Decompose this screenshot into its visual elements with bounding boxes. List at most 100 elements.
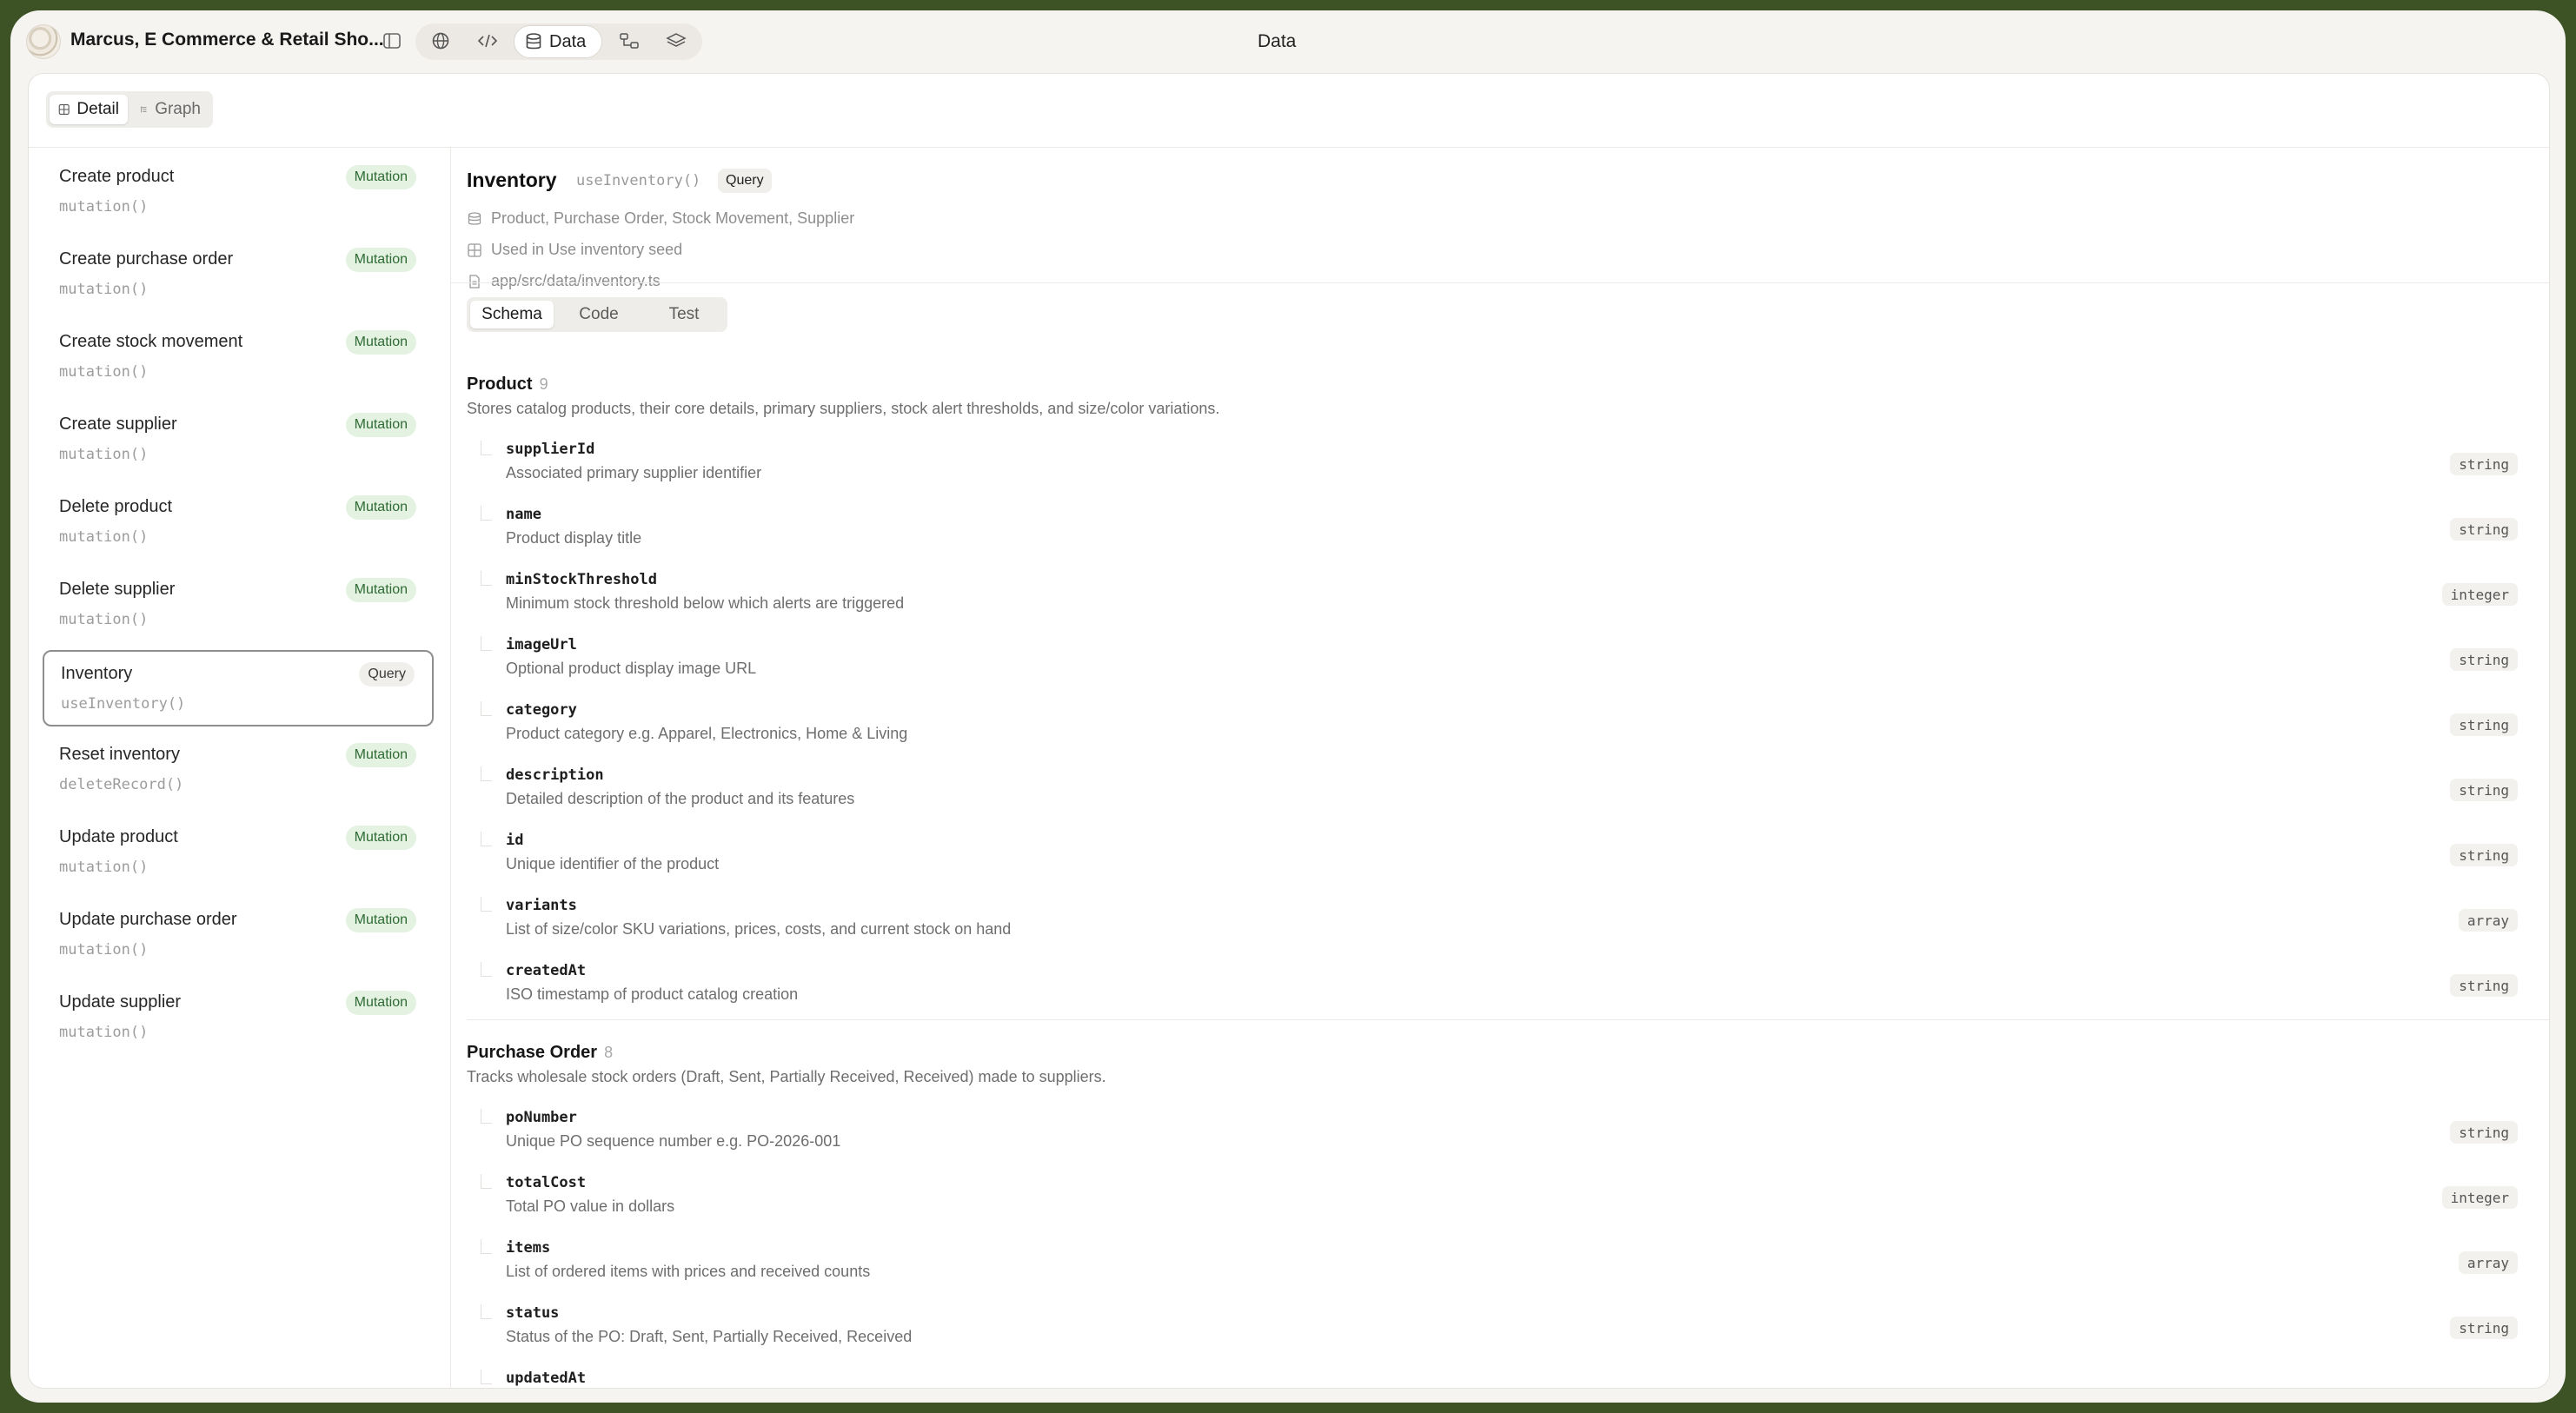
sidebar-item[interactable]: Create purchase order mutation() Mutation [43, 237, 434, 314]
tab-code[interactable]: Code [557, 301, 641, 328]
tree-connector [481, 1239, 492, 1254]
field-type-badge: string [2450, 518, 2518, 541]
tree-connector [481, 441, 492, 455]
field-type-badge: string [2450, 453, 2518, 475]
field-name: poNumber [506, 1109, 577, 1126]
graph-view-button[interactable]: Graph [131, 95, 209, 124]
field-description: Unique identifier of the product [506, 855, 720, 872]
sidebar-item-code: mutation() [59, 611, 149, 628]
tree-connector [481, 1304, 492, 1319]
field-description: Product category e.g. Apparel, Electroni… [506, 725, 908, 742]
field-name: category [506, 701, 577, 719]
field-description: Product display title [506, 529, 642, 547]
operation-badge: Mutation [345, 991, 416, 1015]
sidebar-toggle-icon[interactable] [377, 26, 407, 56]
sidebar-item[interactable]: Reset inventory deleteRecord() Mutation [43, 733, 434, 809]
field-description: Minimum stock threshold below which aler… [506, 594, 905, 612]
used-in-text[interactable]: Used in Use inventory seed [491, 241, 682, 259]
operation-badge: Mutation [345, 908, 416, 932]
tree-connector [481, 701, 492, 716]
graph-view-label: Graph [155, 100, 201, 118]
operation-badge: Mutation [345, 495, 416, 520]
app-title[interactable]: Marcus, E Commerce & Retail Sho... [70, 30, 384, 50]
schema-field-row[interactable]: poNumber Unique PO sequence number e.g. P… [481, 1109, 2540, 1174]
sidebar-item[interactable]: Update supplier mutation() Mutation [43, 980, 434, 1057]
schema-field-row[interactable]: variants List of size/color SKU variation… [481, 897, 2540, 962]
field-description: Associated primary supplier identifier [506, 464, 762, 481]
sidebar-item[interactable]: Create product mutation() Mutation [43, 155, 434, 231]
tree-icon [141, 106, 147, 113]
schema-field-row[interactable]: items List of ordered items with prices a… [481, 1239, 2540, 1304]
schema-field-row[interactable]: minStockThreshold Minimum stock threshold… [481, 571, 2540, 636]
operation-title: Inventory [467, 169, 557, 191]
tree-connector [481, 1370, 492, 1384]
schema-field-row[interactable]: category Product category e.g. Apparel, E… [481, 701, 2540, 766]
operation-badge: Mutation [345, 330, 416, 355]
field-name: variants [506, 897, 577, 914]
field-type-badge: array [2458, 1251, 2518, 1274]
sidebar-item-code: mutation() [59, 281, 149, 298]
field-type-badge: integer [2441, 583, 2518, 606]
data-tab[interactable]: Data [514, 25, 602, 58]
sidebar-item-code: mutation() [59, 446, 149, 463]
top-bar: Marcus, E Commerce & Retail Sho... Data … [10, 10, 2566, 73]
divider [451, 282, 2549, 283]
field-type-badge: string [2450, 974, 2518, 997]
sidebar-item[interactable]: Update product mutation() Mutation [43, 815, 434, 892]
schema-field-row[interactable]: imageUrl Optional product display image U… [481, 636, 2540, 701]
schema-field-row[interactable]: updatedAt [481, 1370, 2540, 1388]
schema-field-row[interactable]: supplierId Associated primary supplier id… [481, 441, 2540, 506]
schema-field-row[interactable]: description Detailed description of the p… [481, 766, 2540, 832]
globe-icon[interactable] [426, 26, 455, 56]
sidebar-item-name: Create product [59, 167, 175, 186]
entity-field-count: 8 [604, 1044, 614, 1061]
field-name: status [506, 1304, 560, 1322]
sidebar-item[interactable]: Delete product mutation() Mutation [43, 485, 434, 561]
field-name: description [506, 766, 604, 784]
operation-function: useInventory() [576, 172, 701, 189]
app-window: Marcus, E Commerce & Retail Sho... Data … [10, 10, 2566, 1403]
layers-icon[interactable] [661, 26, 691, 56]
schema-field-row[interactable]: createdAt ISO timestamp of product catalo… [481, 962, 2540, 1027]
sidebar-item-code: mutation() [59, 198, 149, 216]
sidebar-item[interactable]: Create supplier mutation() Mutation [43, 402, 434, 479]
tree-connector [481, 897, 492, 912]
field-name: items [506, 1239, 551, 1257]
operation-badge: Mutation [345, 165, 416, 189]
sidebar-item-name: Delete supplier [59, 580, 176, 599]
sidebar-item[interactable]: Delete supplier mutation() Mutation [43, 567, 434, 644]
operation-badge: Query [359, 662, 415, 687]
tree-connector [481, 766, 492, 781]
app-logo[interactable] [26, 24, 61, 59]
tree-connector [481, 962, 492, 977]
field-type-badge: integer [2441, 1186, 2518, 1209]
sidebar-item-name: Delete product [59, 497, 173, 516]
schema-field-row[interactable]: id Unique identifier of the product string [481, 832, 2540, 897]
schema-field-row[interactable]: totalCost Total PO value in dollars intege… [481, 1174, 2540, 1239]
operation-type-badge: Query [718, 169, 772, 193]
sidebar-item-name: Update purchase order [59, 910, 237, 929]
field-description: Total PO value in dollars [506, 1197, 675, 1215]
tab-test[interactable]: Test [644, 301, 724, 328]
sidebar-item[interactable]: Create stock movement mutation() Mutation [43, 320, 434, 396]
file-icon [469, 274, 480, 289]
field-type-badge: string [2450, 844, 2518, 866]
schema-field-row[interactable]: name Product display title string [481, 506, 2540, 571]
sidebar-item-name: Create purchase order [59, 249, 234, 269]
flow-icon[interactable] [614, 26, 644, 56]
sidebar-item-code: useInventory() [61, 695, 186, 713]
field-name: id [506, 832, 524, 849]
sidebar-item[interactable]: Inventory useInventory() Query [43, 650, 434, 726]
schema-field-row[interactable]: status Status of the PO: Draft, Sent, Par… [481, 1304, 2540, 1370]
tab-schema[interactable]: Schema [470, 301, 554, 328]
entity-description: Tracks wholesale stock orders (Draft, Se… [467, 1068, 1106, 1085]
detail-view-button[interactable]: Detail [50, 95, 128, 124]
sidebar-item-name: Reset inventory [59, 745, 180, 764]
entities-meta: Product, Purchase Order, Stock Movement,… [467, 209, 854, 228]
file-path[interactable]: app/src/data/inventory.ts [491, 272, 661, 290]
entity-description: Stores catalog products, their core deta… [467, 400, 1220, 417]
field-description: Status of the PO: Draft, Sent, Partially… [506, 1328, 913, 1345]
code-icon[interactable] [473, 26, 502, 56]
sidebar-item-code: mutation() [59, 859, 149, 876]
sidebar-item[interactable]: Update purchase order mutation() Mutation [43, 898, 434, 974]
